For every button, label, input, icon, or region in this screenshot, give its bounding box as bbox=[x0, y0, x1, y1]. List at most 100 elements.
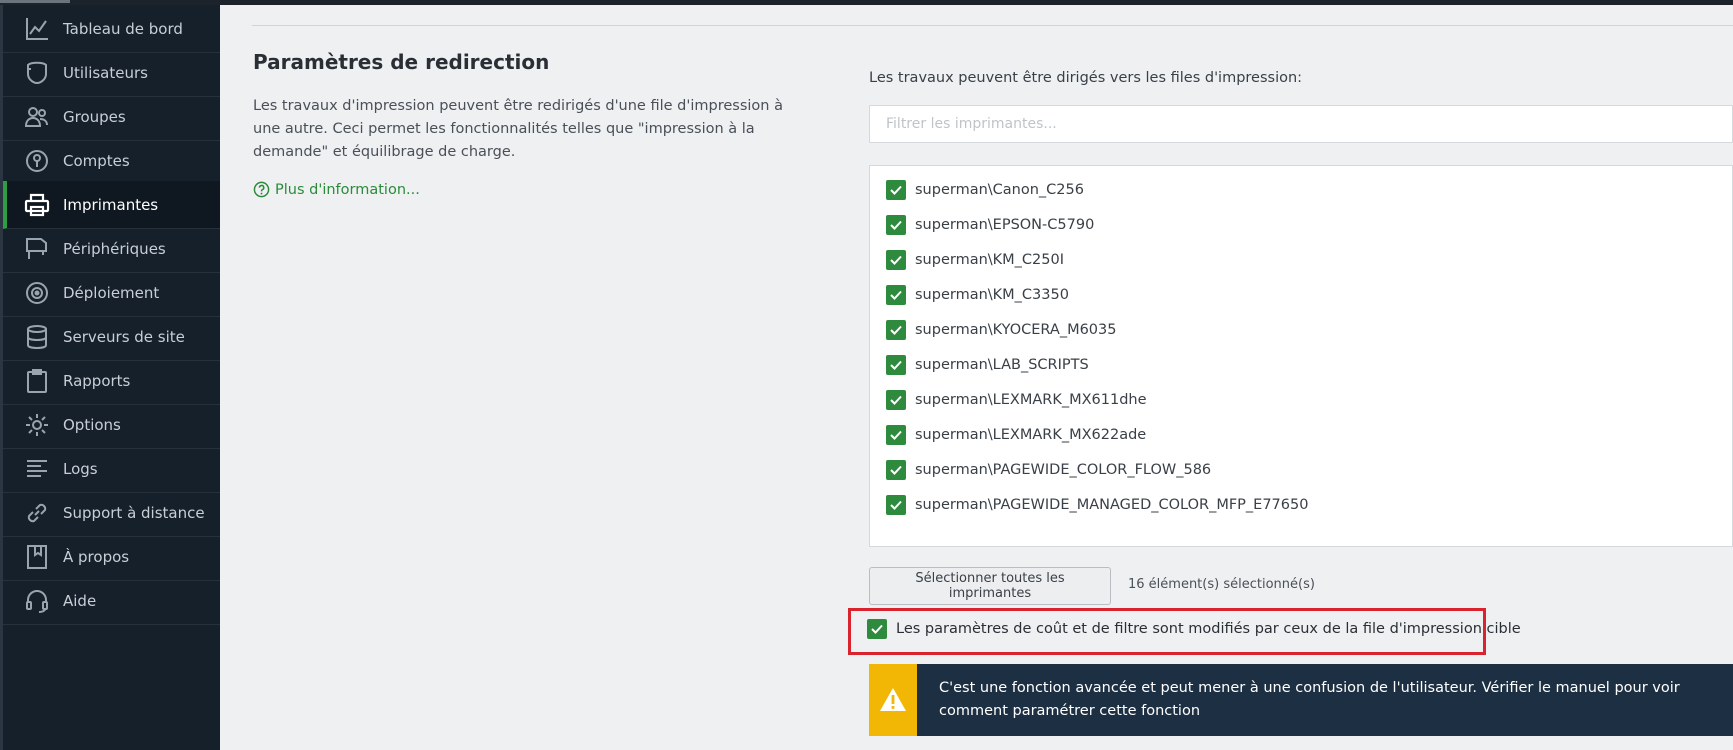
printer-filter-input[interactable] bbox=[869, 105, 1733, 143]
list-item[interactable]: superman\LEXMARK_MX622ade bbox=[886, 423, 1146, 447]
checkbox[interactable] bbox=[886, 215, 906, 235]
list-item[interactable]: superman\KM_C250I bbox=[886, 248, 1064, 272]
list-item[interactable]: superman\Canon_C256 bbox=[886, 178, 1084, 202]
check-icon bbox=[890, 185, 902, 195]
database-icon bbox=[23, 323, 51, 351]
printer-icon bbox=[23, 191, 51, 219]
sidebar-item-logs[interactable]: Logs bbox=[3, 445, 220, 493]
printer-name: superman\KM_C3350 bbox=[915, 287, 1069, 303]
check-icon bbox=[890, 220, 902, 230]
check-icon bbox=[890, 325, 902, 335]
check-icon bbox=[890, 290, 902, 300]
sidebar-item-deploiement[interactable]: Déploiement bbox=[3, 269, 220, 317]
chart-line-icon bbox=[23, 15, 51, 43]
more-info-link[interactable]: Plus d'information... bbox=[253, 181, 420, 198]
printer-name: superman\LAB_SCRIPTS bbox=[915, 357, 1089, 373]
user-icon bbox=[23, 59, 51, 87]
printer-name: superman\LEXMARK_MX622ade bbox=[915, 427, 1147, 443]
cost-filter-checkbox[interactable] bbox=[867, 619, 887, 639]
sidebar-item-label: À propos bbox=[63, 547, 130, 566]
sidebar-item-options[interactable]: Options bbox=[3, 401, 220, 449]
list-item[interactable]: superman\LEXMARK_MX611dhe bbox=[886, 388, 1147, 412]
warning-banner: C'est une fonction avancée et peut mener… bbox=[869, 664, 1733, 736]
sidebar-item-a-propos[interactable]: À propos bbox=[3, 533, 220, 581]
checkbox[interactable] bbox=[886, 285, 906, 305]
list-item[interactable]: superman\EPSON-C5790 bbox=[886, 213, 1094, 237]
sidebar-item-label: Utilisateurs bbox=[63, 63, 148, 82]
sidebar-item-label: Tableau de bord bbox=[63, 19, 183, 38]
check-icon bbox=[890, 465, 902, 475]
sidebar-item-label: Imprimantes bbox=[63, 195, 159, 214]
sidebar-item-label: Serveurs de site bbox=[63, 327, 185, 346]
list-item[interactable]: superman\LAB_SCRIPTS bbox=[886, 353, 1089, 377]
sidebar-item-peripheriques[interactable]: Périphériques bbox=[3, 225, 220, 273]
account-lock-icon bbox=[23, 147, 51, 175]
warning-icon-box bbox=[869, 664, 917, 736]
section-description: Les travaux d'impression peuvent être re… bbox=[253, 98, 783, 160]
sidebar-item-tableau-de-bord[interactable]: Tableau de bord bbox=[3, 5, 220, 53]
section-title: Paramètres de redirection bbox=[253, 50, 550, 74]
list-item[interactable]: superman\PAGEWIDE_MANAGED_COLOR_MFP_E776… bbox=[886, 493, 1308, 517]
sidebar-item-imprimantes[interactable]: Imprimantes bbox=[3, 181, 220, 229]
link-icon bbox=[23, 499, 51, 527]
sidebar-item-aide[interactable]: Aide bbox=[3, 577, 220, 625]
select-all-printers-button[interactable]: Sélectionner toutes les imprimantes bbox=[869, 567, 1111, 605]
sidebar-item-label: Périphériques bbox=[63, 239, 166, 258]
sidebar-item-rapports[interactable]: Rapports bbox=[3, 357, 220, 405]
sidebar-item-groupes[interactable]: Groupes bbox=[3, 93, 220, 141]
device-icon bbox=[23, 235, 51, 263]
printer-name: superman\EPSON-C5790 bbox=[915, 217, 1095, 233]
warning-text: C'est une fonction avancée et peut mener… bbox=[939, 680, 1680, 719]
checkbox[interactable] bbox=[886, 355, 906, 375]
sidebar-item-label: Groupes bbox=[63, 107, 126, 126]
gear-icon bbox=[23, 411, 51, 439]
headset-icon bbox=[23, 587, 51, 615]
checkbox[interactable] bbox=[886, 390, 906, 410]
sidebar-item-label: Déploiement bbox=[63, 283, 160, 302]
sidebar-item-utilisateurs[interactable]: Utilisateurs bbox=[3, 49, 220, 97]
sidebar-item-label: Aide bbox=[63, 591, 97, 610]
checkbox[interactable] bbox=[886, 320, 906, 340]
check-icon bbox=[890, 430, 902, 440]
book-icon bbox=[23, 543, 51, 571]
warning-icon bbox=[880, 688, 906, 711]
sidebar-item-serveurs-de-site[interactable]: Serveurs de site bbox=[3, 313, 220, 361]
list-icon bbox=[23, 455, 51, 483]
check-icon bbox=[890, 500, 902, 510]
clipboard-icon bbox=[23, 367, 51, 395]
check-icon bbox=[871, 624, 883, 634]
sidebar-item-label: Rapports bbox=[63, 371, 131, 390]
more-info-label: Plus d'information... bbox=[275, 181, 420, 198]
redirect-target-label: Les travaux peuvent être dirigés vers le… bbox=[869, 70, 1303, 86]
list-item[interactable]: superman\PAGEWIDE_COLOR_FLOW_586 bbox=[886, 458, 1211, 482]
printer-list[interactable]: superman\Canon_C256 superman\EPSON-C5790… bbox=[869, 165, 1733, 547]
users-icon bbox=[23, 103, 51, 131]
printer-name: superman\PAGEWIDE_COLOR_FLOW_586 bbox=[915, 462, 1212, 478]
printer-name: superman\LEXMARK_MX611dhe bbox=[915, 392, 1147, 408]
cost-filter-label: Les paramètres de coût et de filtre sont… bbox=[896, 621, 1521, 637]
sidebar-item-label: Comptes bbox=[63, 151, 130, 170]
deployment-icon bbox=[23, 279, 51, 307]
cost-filter-option[interactable]: Les paramètres de coût et de filtre sont… bbox=[867, 619, 1521, 639]
selected-count: 16 élément(s) sélectionné(s) bbox=[1128, 577, 1315, 592]
top-bar-tab bbox=[0, 0, 70, 3]
check-icon bbox=[890, 255, 902, 265]
printer-name: superman\Canon_C256 bbox=[915, 182, 1084, 198]
printer-name: superman\KYOCERA_M6035 bbox=[915, 322, 1117, 338]
section-divider bbox=[252, 25, 1733, 26]
check-icon bbox=[890, 395, 902, 405]
list-item[interactable]: superman\KM_C3350 bbox=[886, 283, 1069, 307]
checkbox[interactable] bbox=[886, 495, 906, 515]
sidebar-item-label: Support à distance bbox=[63, 503, 205, 522]
list-item[interactable]: superman\KYOCERA_M6035 bbox=[886, 318, 1117, 342]
sidebar-item-label: Logs bbox=[63, 459, 98, 478]
sidebar-item-support-a-distance[interactable]: Support à distance bbox=[3, 489, 220, 537]
sidebar: Tableau de bord Utilisateurs Groupes Com… bbox=[0, 5, 220, 750]
checkbox[interactable] bbox=[886, 250, 906, 270]
help-circle-icon bbox=[253, 181, 270, 198]
sidebar-item-comptes[interactable]: Comptes bbox=[3, 137, 220, 185]
sidebar-item-label: Options bbox=[63, 415, 121, 434]
checkbox[interactable] bbox=[886, 460, 906, 480]
checkbox[interactable] bbox=[886, 425, 906, 445]
checkbox[interactable] bbox=[886, 180, 906, 200]
